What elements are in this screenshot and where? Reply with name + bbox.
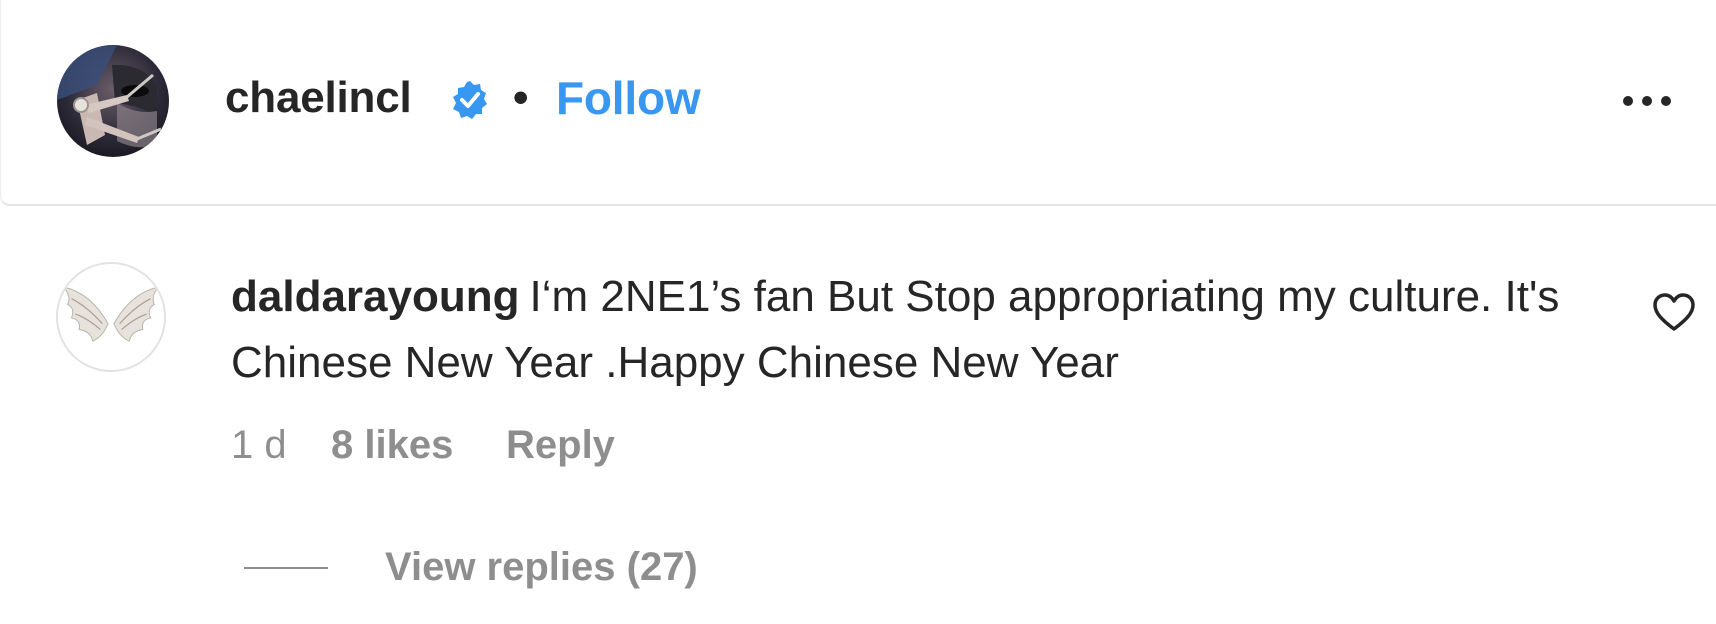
comment-likes-count[interactable]: 8 likes bbox=[331, 420, 453, 470]
follow-button[interactable]: Follow bbox=[556, 70, 701, 126]
verified-badge-icon bbox=[453, 81, 487, 119]
commenter-avatar[interactable] bbox=[56, 262, 166, 372]
comment-timestamp: 1 d bbox=[231, 423, 287, 467]
view-replies-divider bbox=[244, 567, 328, 569]
more-options-icon[interactable] bbox=[1617, 86, 1677, 116]
reply-button[interactable]: Reply bbox=[506, 420, 615, 470]
profile-avatar[interactable] bbox=[57, 45, 169, 157]
view-replies-button[interactable]: View replies (27) bbox=[385, 542, 698, 592]
commenter-username[interactable]: daldarayoung bbox=[231, 272, 520, 321]
angel-wings-avatar-icon bbox=[58, 264, 164, 370]
comment-body: daldarayoung I‘m 2NE1’s fan But Stop appr… bbox=[231, 264, 1561, 396]
post-header: chaelincl • Follow bbox=[0, 0, 1716, 206]
heart-outline-icon[interactable] bbox=[1652, 292, 1696, 332]
separator-dot: • bbox=[513, 73, 529, 122]
post-author-username[interactable]: chaelincl bbox=[225, 70, 412, 126]
profile-photo-icon bbox=[57, 45, 169, 157]
